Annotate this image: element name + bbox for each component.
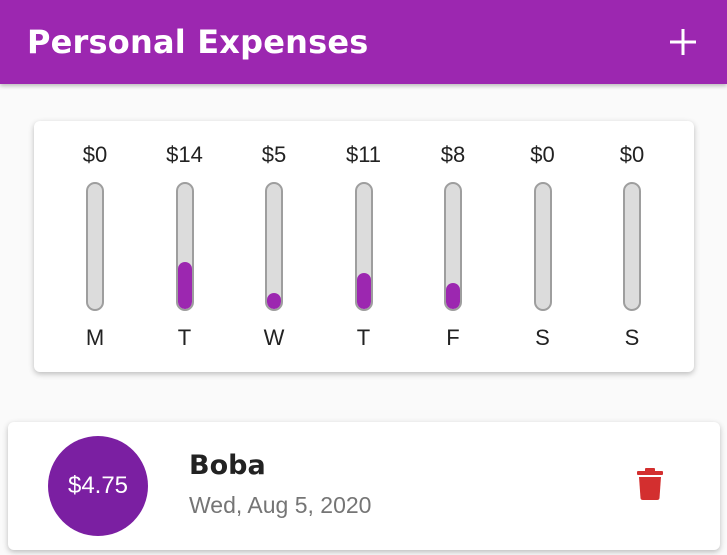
bar-amount-label: $8 (440, 142, 466, 167)
bar-amount-label: $11 (345, 142, 382, 167)
bar-amount-label: $14 (166, 142, 203, 167)
chart-bar-0: $0 M (65, 121, 125, 372)
add-expense-button[interactable] (663, 22, 703, 62)
bar-day-label: W (263, 325, 285, 350)
bar-day-label: F (446, 325, 460, 350)
bar-amount-label: $0 (82, 142, 108, 167)
bar-fill (267, 293, 281, 309)
plus-icon (670, 29, 696, 55)
bar-track (354, 182, 373, 311)
bar-track (175, 182, 194, 311)
amount-avatar: $4.75 (48, 436, 148, 536)
chart-bar-1: $14 T (155, 121, 215, 372)
bar-amount-label: $0 (530, 142, 555, 167)
bar-day-label: S (535, 325, 550, 350)
bar-track (623, 182, 641, 311)
bar-day-label: T (177, 325, 192, 350)
bar-fill (177, 262, 192, 309)
bar-day-label: T (356, 325, 371, 350)
transaction-amount: $4.75 (67, 472, 129, 499)
bar-fill (356, 272, 371, 309)
bar-track (533, 182, 552, 311)
transaction-title: Boba (189, 450, 266, 481)
chart-bar-3: $11 T (334, 121, 394, 372)
bar-track (265, 182, 283, 311)
app-bar: Personal Expenses (0, 0, 727, 84)
delete-button[interactable] (630, 462, 670, 506)
transaction-date: Wed, Aug 5, 2020 (189, 492, 372, 518)
bar-day-label: S (624, 325, 640, 350)
transaction-card: $4.75 Boba Wed, Aug 5, 2020 (8, 422, 720, 550)
chart-bar-4: $8 F (423, 121, 483, 372)
bar-track (86, 182, 104, 311)
bar-fill (446, 282, 460, 309)
chart-bar-6: $0 S (602, 121, 662, 372)
chart-bar-5: $0 S (513, 121, 573, 372)
trash-icon (637, 468, 663, 500)
bar-amount-label: $5 (261, 142, 287, 167)
bar-day-label: M (85, 325, 105, 350)
app-title: Personal Expenses (27, 23, 369, 61)
bar-amount-label: $0 (619, 142, 645, 167)
bar-track (444, 182, 462, 311)
weekly-chart-card: $0 M $14 T $5 W $11 T $8 F $0 S $0 S (34, 121, 694, 372)
chart-bar-2: $5 W (244, 121, 304, 372)
